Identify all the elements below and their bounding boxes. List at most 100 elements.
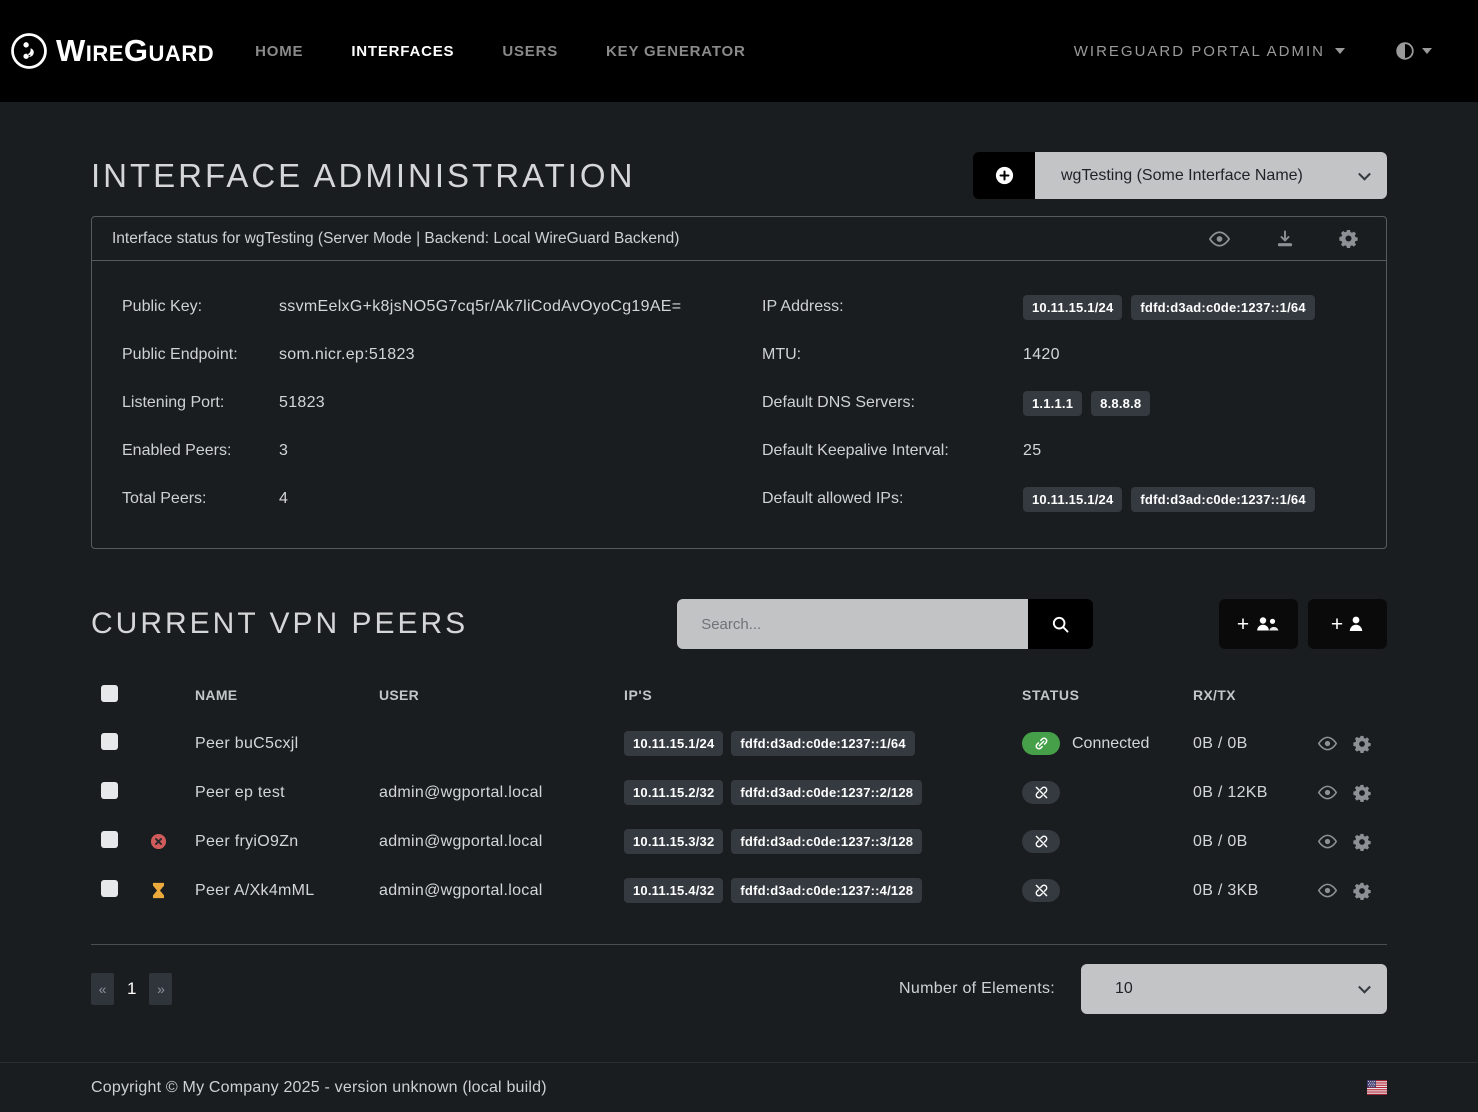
row-checkbox[interactable] [101, 831, 118, 848]
column-header-rxtx: RX/TX [1181, 687, 1311, 703]
peer-edit-button[interactable] [1353, 833, 1371, 851]
ip-badge: 10.11.15.3/32 [624, 829, 723, 854]
pagination-prev-button[interactable]: « [91, 973, 114, 1005]
peer-name: Peer A/Xk4mML [181, 882, 367, 900]
brand[interactable]: WireGuard [10, 32, 214, 70]
detail-value: 10.11.15.1/24fdfd:d3ad:c0de:1237::1/64 [1023, 295, 1315, 320]
magnifier-icon [1051, 615, 1070, 634]
theme-half-circle-icon [1395, 41, 1415, 61]
ip-badge: fdfd:d3ad:c0de:1237::2/128 [731, 780, 922, 805]
peer-actions [1311, 833, 1387, 851]
peer-rxtx: 0B / 12KB [1181, 784, 1311, 802]
detail-label: Default allowed IPs: [762, 490, 1023, 508]
main-content: INTERFACE ADMINISTRATION wgTesting (Some… [91, 152, 1387, 1014]
peers-head: CURRENT VPN PEERS + + [91, 599, 1387, 649]
page-head: INTERFACE ADMINISTRATION wgTesting (Some… [91, 152, 1387, 199]
peer-actions [1311, 735, 1387, 753]
peer-checkbox-cell [91, 782, 135, 804]
add-multiple-peers-button[interactable]: + [1219, 599, 1298, 649]
pagination: « 1 » [91, 973, 172, 1005]
theme-toggle-dropdown[interactable] [1395, 41, 1432, 61]
nav-link-interfaces[interactable]: Interfaces [351, 43, 454, 60]
column-header-user: User [367, 687, 611, 703]
peer-actions [1311, 784, 1387, 802]
ip-badge: fdfd:d3ad:c0de:1237::1/64 [1131, 487, 1314, 512]
pagination-next-button[interactable]: » [149, 973, 172, 1005]
download-icon [1275, 229, 1295, 249]
detail-label: Default DNS Servers: [762, 394, 1023, 412]
interface-select[interactable]: wgTesting (Some Interface Name) [1035, 152, 1387, 199]
add-buttons-group: + + [1219, 599, 1387, 649]
nav-link-users[interactable]: Users [502, 43, 558, 60]
nav-link-key-generator[interactable]: Key Generator [606, 43, 746, 60]
download-config-button[interactable] [1275, 229, 1295, 249]
peer-view-button[interactable] [1317, 784, 1338, 802]
peer-view-button[interactable] [1317, 735, 1338, 753]
peer-view-button[interactable] [1317, 833, 1338, 851]
detail-label: IP Address: [762, 298, 1023, 316]
peer-edit-button[interactable] [1353, 735, 1371, 753]
detail-value: 4 [279, 490, 288, 508]
view-config-button[interactable] [1208, 231, 1231, 247]
nav-link-home[interactable]: Home [255, 43, 303, 60]
gear-icon [1353, 735, 1371, 753]
peer-name: Peer buC5cxjl [181, 735, 367, 753]
column-header-ips: IP's [611, 687, 1011, 703]
detail-label: Default Keepalive Interval: [762, 442, 1023, 460]
user-menu-dropdown[interactable]: Wireguard Portal Admin [1074, 43, 1345, 60]
peer-rxtx: 0B / 3KB [1181, 882, 1311, 900]
column-header-status: Status [1011, 687, 1181, 703]
row-checkbox[interactable] [101, 782, 118, 799]
row-checkbox[interactable] [101, 880, 118, 897]
copyright-text: Copyright © My Company 2025 - version un… [91, 1079, 547, 1097]
detail-row: Enabled Peers:3 [122, 427, 716, 475]
user-menu-label: Wireguard Portal Admin [1074, 43, 1325, 60]
eye-icon [1317, 785, 1338, 800]
peer-rxtx: 0B / 0B [1181, 833, 1311, 851]
peer-ips: 10.11.15.3/32 fdfd:d3ad:c0de:1237::3/128 [611, 829, 1011, 854]
peers-section-title: CURRENT VPN PEERS [91, 607, 468, 641]
peer-user: admin@wgportal.local [367, 882, 611, 900]
peer-table: Name User IP's Status RX/TX Peer buC5cxj… [91, 671, 1387, 915]
add-peer-button[interactable]: + [1308, 599, 1387, 649]
detail-value: 51823 [279, 394, 325, 412]
ip-badge: 1.1.1.1 [1023, 391, 1082, 416]
chevron-down-icon [1358, 167, 1371, 180]
elements-select[interactable]: 10 [1081, 964, 1387, 1014]
row-checkbox[interactable] [101, 733, 118, 750]
gear-icon [1353, 882, 1371, 900]
peer-status [1011, 781, 1181, 804]
ip-badge: fdfd:d3ad:c0de:1237::4/128 [731, 878, 922, 903]
edit-interface-button[interactable] [1339, 229, 1358, 248]
peer-row: Peer fryiO9Znadmin@wgportal.local10.11.1… [91, 817, 1387, 866]
caret-down-icon [1422, 48, 1432, 54]
select-all-checkbox[interactable] [101, 685, 118, 702]
caret-down-icon [1335, 48, 1345, 54]
ip-badge: fdfd:d3ad:c0de:1237::3/128 [731, 829, 922, 854]
peer-edit-button[interactable] [1353, 784, 1371, 802]
eye-icon [1317, 883, 1338, 898]
detail-value: 1420 [1023, 346, 1060, 364]
ip-badge: 10.11.15.1/24 [624, 731, 723, 756]
search-group [677, 599, 1093, 649]
plus-icon: + [1331, 614, 1343, 635]
search-button[interactable] [1028, 599, 1093, 649]
peer-ips: 10.11.15.2/32fdfd:d3ad:c0de:1237::2/128 [611, 780, 1011, 805]
search-input[interactable] [677, 599, 1028, 649]
ip-badge: fdfd:d3ad:c0de:1237::1/64 [1131, 295, 1314, 320]
us-flag-icon[interactable] [1367, 1080, 1387, 1095]
plus-circle-icon [994, 165, 1015, 186]
add-interface-button[interactable] [973, 152, 1035, 199]
peer-ips: 10.11.15.1/24fdfd:d3ad:c0de:1237::1/64 [611, 731, 1011, 756]
pagination-current-page: 1 [127, 979, 136, 999]
peer-user: admin@wgportal.local [367, 784, 611, 802]
interface-details-right: IP Address:10.11.15.1/24fdfd:d3ad:c0de:1… [762, 283, 1356, 523]
peer-disabled-icon [135, 833, 181, 850]
eye-icon [1208, 231, 1231, 247]
elements-select-value: 10 [1115, 980, 1133, 998]
peer-edit-button[interactable] [1353, 882, 1371, 900]
peer-user: admin@wgportal.local [367, 833, 611, 851]
nav-links: Home Interfaces Users Key Generator [255, 43, 746, 60]
eye-icon [1317, 834, 1338, 849]
peer-view-button[interactable] [1317, 882, 1338, 900]
